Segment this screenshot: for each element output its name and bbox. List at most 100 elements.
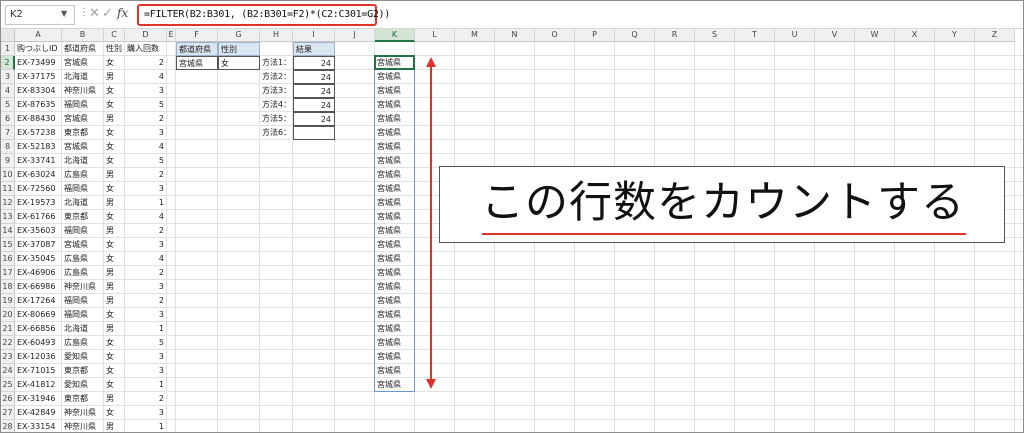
table-cell[interactable]: 男 xyxy=(104,322,125,336)
row-header-2[interactable]: 2 xyxy=(1,56,15,70)
table-cell[interactable]: 2 xyxy=(125,112,167,126)
table-cell[interactable]: EX-17264 xyxy=(15,294,62,308)
row-header-12[interactable]: 12 xyxy=(1,196,15,210)
table-cell[interactable]: 5 xyxy=(125,154,167,168)
table-cell[interactable]: EX-35045 xyxy=(15,252,62,266)
table-cell[interactable]: 女 xyxy=(104,140,125,154)
table-cell[interactable]: EX-37175 xyxy=(15,70,62,84)
row-header-20[interactable]: 20 xyxy=(1,308,15,322)
table-cell[interactable]: 福岡県 xyxy=(62,308,104,322)
row-header-19[interactable]: 19 xyxy=(1,294,15,308)
table-cell[interactable]: 宮城県 xyxy=(62,238,104,252)
table-cell[interactable]: 東京都 xyxy=(62,392,104,406)
column-header-p[interactable]: P xyxy=(575,29,615,42)
table-cell[interactable]: 広島県 xyxy=(62,336,104,350)
chevron-down-icon[interactable]: ▼ xyxy=(61,9,67,18)
table-cell[interactable]: EX-41812 xyxy=(15,378,62,392)
table-cell[interactable]: EX-52183 xyxy=(15,140,62,154)
table-cell[interactable]: 男 xyxy=(104,224,125,238)
table-cell[interactable]: 男 xyxy=(104,420,125,432)
method-result-cell[interactable]: 24 xyxy=(293,98,335,112)
criteria-value-cell[interactable]: 宮城県 xyxy=(176,56,218,70)
table-cell[interactable]: EX-60493 xyxy=(15,336,62,350)
table-cell[interactable]: EX-19573 xyxy=(15,196,62,210)
table-cell[interactable]: EX-37087 xyxy=(15,238,62,252)
column-header-u[interactable]: U xyxy=(775,29,815,42)
column-header-a[interactable]: A xyxy=(15,29,62,42)
table-cell[interactable]: 女 xyxy=(104,84,125,98)
results-header-cell[interactable]: 結果 xyxy=(293,42,335,56)
table-cell[interactable]: 男 xyxy=(104,70,125,84)
column-header-r[interactable]: R xyxy=(655,29,695,42)
table-cell[interactable]: 女 xyxy=(104,56,125,70)
table-cell[interactable]: EX-66856 xyxy=(15,322,62,336)
table-cell[interactable]: 3 xyxy=(125,126,167,140)
column-header-v[interactable]: V xyxy=(815,29,855,42)
table-cell[interactable]: 広島県 xyxy=(62,266,104,280)
table-cell[interactable]: 4 xyxy=(125,252,167,266)
row-header-28[interactable]: 28 xyxy=(1,420,15,432)
row-header-22[interactable]: 22 xyxy=(1,336,15,350)
table-cell[interactable]: EX-63024 xyxy=(15,168,62,182)
table-cell[interactable]: 広島県 xyxy=(62,168,104,182)
table-cell[interactable]: 神奈川県 xyxy=(62,420,104,432)
table-cell[interactable]: 北海道 xyxy=(62,322,104,336)
table-cell[interactable]: 3 xyxy=(125,238,167,252)
table-header-cell[interactable]: 性別 xyxy=(104,42,125,56)
table-cell[interactable]: EX-87635 xyxy=(15,98,62,112)
table-cell[interactable]: 4 xyxy=(125,70,167,84)
table-cell[interactable]: 福岡県 xyxy=(62,224,104,238)
table-cell[interactable]: EX-46906 xyxy=(15,266,62,280)
row-header-21[interactable]: 21 xyxy=(1,322,15,336)
column-header-q[interactable]: Q xyxy=(615,29,655,42)
column-header-f[interactable]: F xyxy=(176,29,218,42)
table-cell[interactable]: EX-35603 xyxy=(15,224,62,238)
table-cell[interactable]: 5 xyxy=(125,336,167,350)
row-header-14[interactable]: 14 xyxy=(1,224,15,238)
table-cell[interactable]: 女 xyxy=(104,336,125,350)
method-result-cell[interactable]: 24 xyxy=(293,70,335,84)
table-cell[interactable]: 女 xyxy=(104,406,125,420)
table-cell[interactable]: 女 xyxy=(104,154,125,168)
row-header-1[interactable]: 1 xyxy=(1,42,15,56)
method-result-cell[interactable]: 24 xyxy=(293,84,335,98)
table-cell[interactable]: 男 xyxy=(104,392,125,406)
column-header-c[interactable]: C xyxy=(104,29,125,42)
table-cell[interactable]: EX-57238 xyxy=(15,126,62,140)
table-cell[interactable]: 東京都 xyxy=(62,364,104,378)
table-cell[interactable]: 1 xyxy=(125,420,167,432)
column-header-w[interactable]: W xyxy=(855,29,895,42)
table-cell[interactable]: 5 xyxy=(125,98,167,112)
table-cell[interactable]: 男 xyxy=(104,280,125,294)
column-header-t[interactable]: T xyxy=(735,29,775,42)
table-cell[interactable]: 2 xyxy=(125,392,167,406)
table-cell[interactable]: 女 xyxy=(104,182,125,196)
table-cell[interactable]: 2 xyxy=(125,224,167,238)
table-cell[interactable]: 女 xyxy=(104,308,125,322)
table-cell[interactable]: 北海道 xyxy=(62,154,104,168)
table-cell[interactable]: 宮城県 xyxy=(62,140,104,154)
method-result-cell[interactable]: 24 xyxy=(293,112,335,126)
insert-function-icon[interactable]: fx xyxy=(117,6,128,20)
table-cell[interactable]: 3 xyxy=(125,308,167,322)
table-cell[interactable]: EX-12036 xyxy=(15,350,62,364)
table-cell[interactable]: 2 xyxy=(125,294,167,308)
table-cell[interactable]: 北海道 xyxy=(62,196,104,210)
table-cell[interactable]: 2 xyxy=(125,56,167,70)
table-cell[interactable]: 1 xyxy=(125,196,167,210)
row-header-7[interactable]: 7 xyxy=(1,126,15,140)
table-cell[interactable]: 3 xyxy=(125,84,167,98)
row-header-27[interactable]: 27 xyxy=(1,406,15,420)
column-header-j[interactable]: J xyxy=(335,29,375,42)
table-cell[interactable]: EX-33154 xyxy=(15,420,62,432)
formula-input[interactable]: =FILTER(B2:B301, (B2:B301=F2)*(C2:C301=G… xyxy=(137,4,390,26)
table-cell[interactable]: 1 xyxy=(125,378,167,392)
table-cell[interactable]: 愛知県 xyxy=(62,350,104,364)
column-header-i[interactable]: I xyxy=(293,29,335,42)
table-cell[interactable]: 女 xyxy=(104,364,125,378)
table-cell[interactable]: 4 xyxy=(125,210,167,224)
table-cell[interactable]: 2 xyxy=(125,168,167,182)
active-cell-k2[interactable] xyxy=(374,55,415,70)
column-header-h[interactable]: H xyxy=(260,29,293,42)
row-header-4[interactable]: 4 xyxy=(1,84,15,98)
